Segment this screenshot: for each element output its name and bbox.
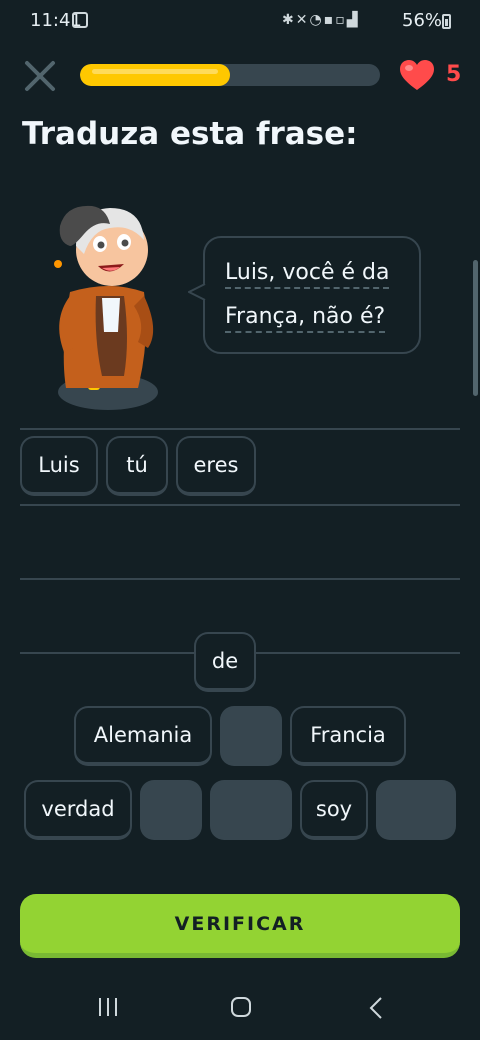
hearts-count: 5 [446, 62, 462, 87]
answer-line-1 [20, 428, 460, 430]
used-tile-placeholder [210, 780, 292, 840]
recents-icon[interactable] [96, 996, 120, 1018]
word-tile[interactable]: Alemania [74, 706, 212, 766]
lesson-progress-bar [80, 64, 380, 86]
answer-tile[interactable]: eres [176, 436, 256, 496]
answer-tile[interactable]: tú [106, 436, 168, 496]
mute-icon: ✕ [295, 12, 310, 28]
word-tile[interactable]: de [194, 632, 256, 692]
bluetooth-icon: ✱ [282, 12, 296, 28]
status-icons: ✱✕◔▪▫▟ [282, 12, 359, 28]
volte-icon: ▪ [323, 12, 336, 28]
used-tile-placeholder [220, 706, 282, 766]
home-icon[interactable] [230, 996, 252, 1018]
screenshot-icon [72, 12, 88, 28]
progress-shine [92, 69, 218, 74]
word-tile[interactable]: verdad [24, 780, 132, 840]
speech-bubble: Luis, você é da França, não é? [203, 236, 421, 354]
word-tile[interactable]: Francia [290, 706, 406, 766]
answer-line-3 [20, 578, 460, 580]
check-button[interactable]: VERIFICAR [20, 894, 460, 958]
close-icon[interactable] [22, 58, 58, 94]
5g-icon: ▫ [335, 12, 347, 28]
answer-tile[interactable]: Luis [20, 436, 98, 496]
battery-percent: 56% [402, 10, 443, 31]
used-tile-placeholder [140, 780, 202, 840]
sentence-line-1[interactable]: Luis, você é da [225, 260, 390, 289]
battery-icon [442, 14, 451, 29]
progress-fill [80, 64, 230, 86]
scrollbar[interactable] [473, 260, 478, 396]
back-icon[interactable] [368, 996, 384, 1020]
sentence-line-2[interactable]: França, não é? [225, 304, 386, 333]
wifi-icon: ◔ [309, 12, 324, 28]
signal-icon: ▟ [346, 12, 360, 28]
character-illustration [54, 205, 158, 410]
word-tile[interactable]: soy [300, 780, 368, 840]
used-tile-placeholder [376, 780, 456, 840]
answer-line-2 [20, 504, 460, 506]
heart-icon[interactable] [398, 58, 436, 92]
speech-bubble-tail [188, 283, 206, 301]
page-title: Traduza esta frase: [22, 116, 358, 152]
